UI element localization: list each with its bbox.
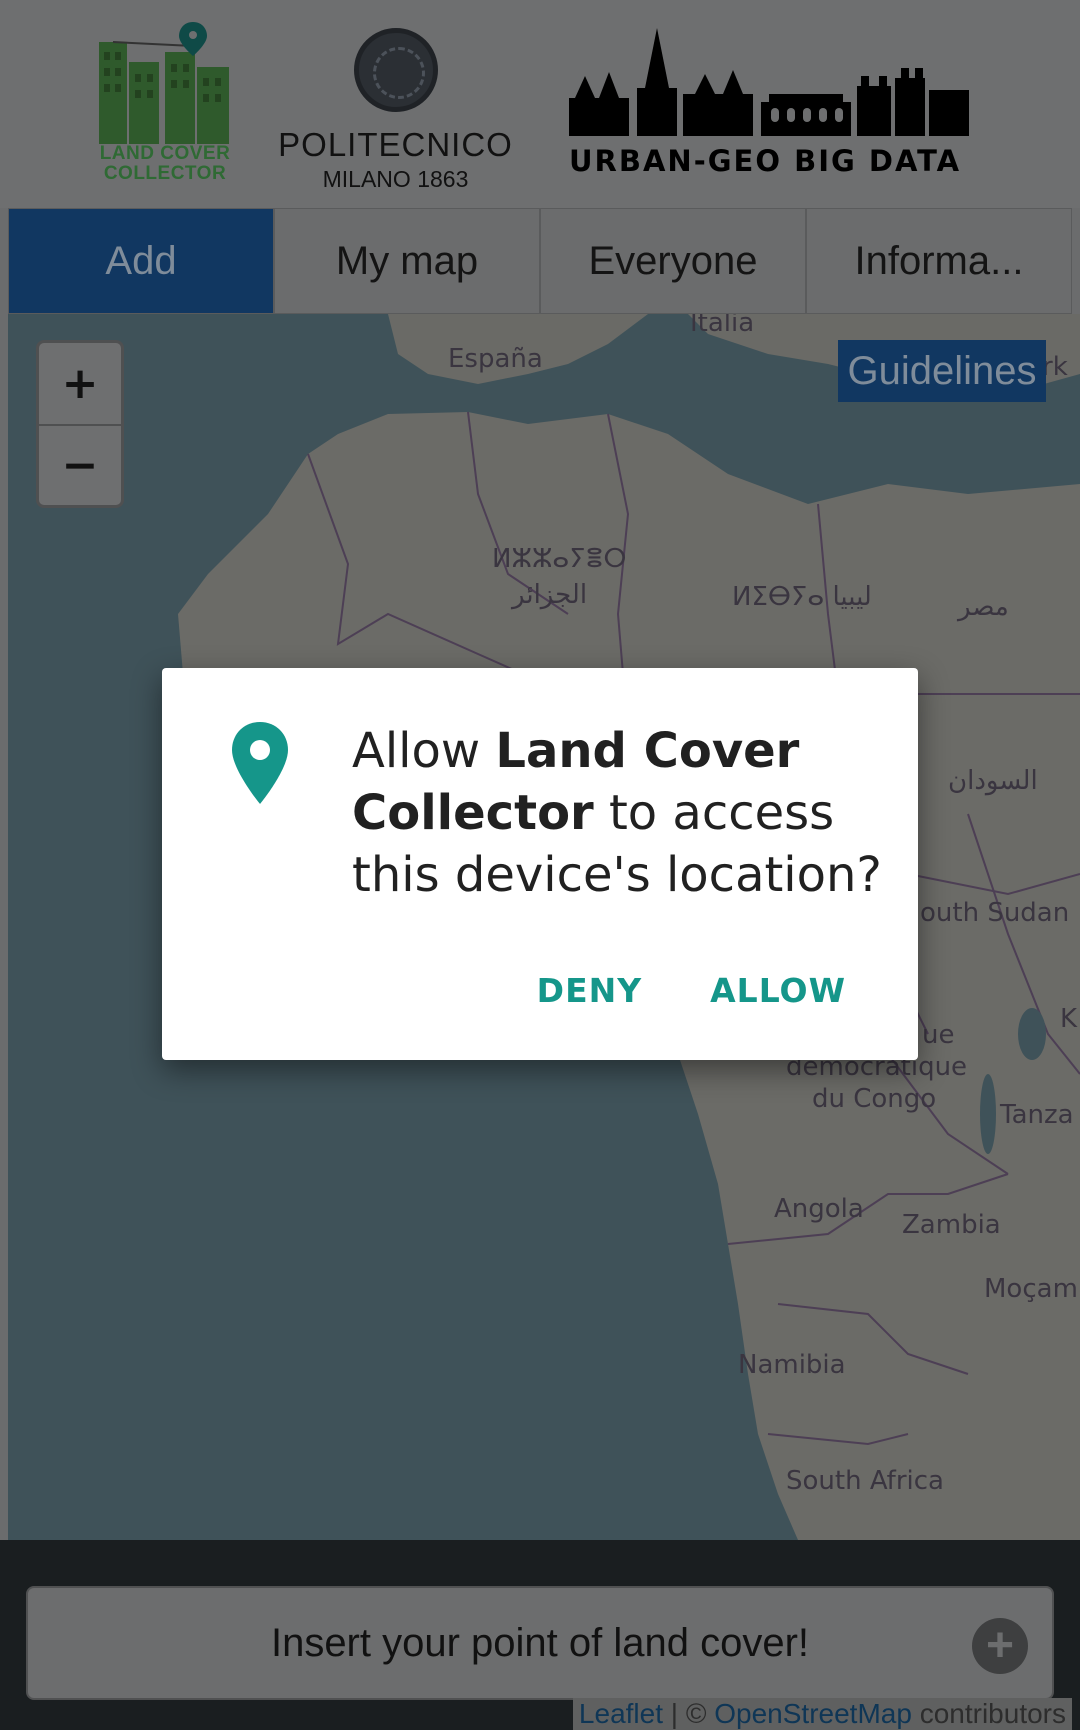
app-header: LAND COVER COLLECTOR POLITECNICO MILANO … xyxy=(0,0,1080,208)
allow-button[interactable]: ALLOW xyxy=(710,971,846,1010)
map-label-namibia: Namibia xyxy=(738,1350,846,1380)
map-label-k: K xyxy=(1060,1004,1078,1034)
map-label-algeria-arabic: الجزائر xyxy=(512,580,588,610)
city-skyline-icon xyxy=(569,28,969,136)
urban-geo-big-data-logo: URBAN-GEO BIG DATA xyxy=(565,28,985,188)
politecnico-seal-icon xyxy=(353,28,438,112)
tab-bar: Add My map Everyone Informa... xyxy=(8,208,1072,314)
map-label-libya: ⵍⵉⴱⵢⴰ ليبيا xyxy=(732,582,872,612)
tab-add[interactable]: Add xyxy=(9,209,275,313)
insert-point-label: Insert your point of land cover! xyxy=(270,1620,810,1665)
leaflet-link[interactable]: Leaflet xyxy=(579,1698,663,1729)
zoom-out-button[interactable]: − xyxy=(39,424,121,505)
politecnico-subtitle: MILANO 1863 xyxy=(322,166,469,192)
dialog-message: Allow Land Cover Collector to access thi… xyxy=(352,720,892,906)
land-cover-collector-logo-text: LAND COVER COLLECTOR xyxy=(99,143,231,184)
tab-information[interactable]: Informa... xyxy=(807,209,1071,313)
attribution-separator: | © xyxy=(663,1698,715,1729)
zoom-control: + − xyxy=(36,340,124,508)
insert-point-button[interactable]: Insert your point of land cover! + xyxy=(26,1586,1054,1700)
map-label-zambia: Zambia xyxy=(902,1210,1001,1240)
map-label-congo-3: du Congo xyxy=(812,1084,937,1114)
map-label-congo-1: ue xyxy=(922,1020,955,1050)
dialog-message-prefix: Allow xyxy=(352,723,496,779)
map-label-angola: Angola xyxy=(774,1194,864,1224)
map-label-egypt: مصر xyxy=(958,592,1009,622)
map-label-espana: España xyxy=(448,344,543,374)
bottom-bar: Insert your point of land cover! + Leafl… xyxy=(0,1540,1080,1730)
deny-button[interactable]: DENY xyxy=(537,971,642,1010)
urban-geo-big-data-text: URBAN-GEO BIG DATA xyxy=(569,144,962,178)
land-cover-collector-logo: LAND COVER COLLECTOR xyxy=(95,22,235,187)
map-label-tanzania: Tanza xyxy=(1000,1100,1074,1130)
location-pin-icon xyxy=(232,722,288,804)
zoom-in-button[interactable]: + xyxy=(39,343,121,424)
location-permission-dialog: Allow Land Cover Collector to access thi… xyxy=(162,668,918,1060)
attribution-contributors: contributors xyxy=(911,1698,1066,1729)
map-label-algeria-tifinagh: ⵍⵣⵣⴰⵢⴻⵔ xyxy=(492,544,627,574)
map-label-sudan: السودان xyxy=(948,766,1038,796)
map-label-south-africa: South Africa xyxy=(786,1466,944,1496)
map-attribution: Leaflet | © OpenStreetMap contributors xyxy=(572,1698,1072,1730)
dialog-actions: DENY ALLOW xyxy=(537,971,846,1010)
plus-circle-icon: + xyxy=(972,1618,1028,1674)
guidelines-button[interactable]: Guidelines xyxy=(838,340,1046,402)
tab-everyone[interactable]: Everyone xyxy=(541,209,807,313)
tab-my-map[interactable]: My map xyxy=(275,209,541,313)
map-label-italia: Italia xyxy=(690,314,755,338)
map-label-south-sudan: outh Sudan xyxy=(920,898,1070,928)
politecnico-name: POLITECNICO xyxy=(278,126,513,163)
openstreetmap-link[interactable]: OpenStreetMap xyxy=(714,1698,912,1729)
politecnico-logo: POLITECNICO MILANO 1863 xyxy=(278,28,513,192)
buildings-icon xyxy=(99,22,229,144)
map-label-mozambique: Moçam xyxy=(984,1274,1078,1304)
